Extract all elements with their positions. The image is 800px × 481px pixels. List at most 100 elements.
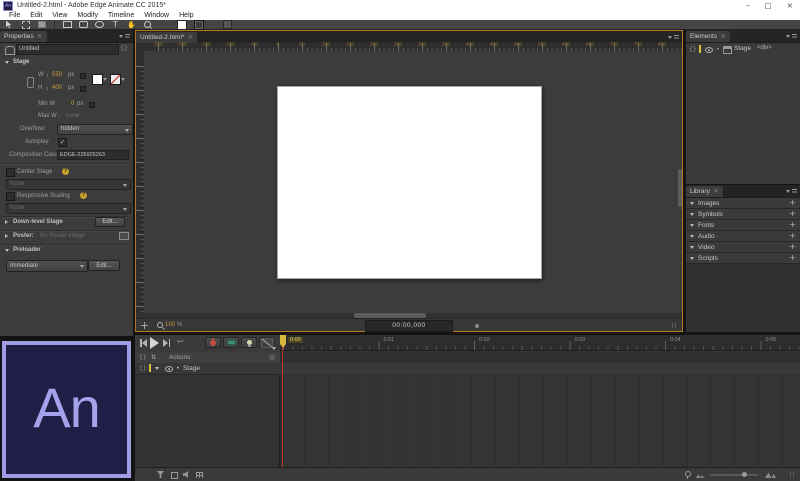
center-stage-help-icon[interactable]: ? [62,168,69,175]
timecode-slider-dot[interactable] [475,324,479,328]
section-collapse-icon[interactable] [690,256,694,260]
min-w-value[interactable]: 0 [71,101,74,107]
preloader-edit-button[interactable]: Edit... [88,260,120,271]
library-section-images[interactable]: Images + [686,198,800,209]
vertical-scrollbar-thumb[interactable] [678,169,682,207]
library-section-fonts[interactable]: Fonts + [686,220,800,231]
zoom-tool-icon[interactable] [143,20,152,29]
tab-elements[interactable]: Elements × [686,31,730,42]
transform-tool-icon[interactable] [21,20,30,29]
poster-collapse-icon[interactable] [5,234,8,238]
filter-icon[interactable] [157,471,164,478]
height-scrub-icon[interactable]: ↕ [45,86,49,92]
responsive-scaling-help-icon[interactable]: ? [80,192,87,199]
actions-braces-icon[interactable]: {} [139,354,147,361]
close-tab-icon[interactable]: × [187,33,193,41]
easing-menu-caret-icon[interactable] [272,347,276,350]
text-tool-icon[interactable]: T [111,20,120,29]
width-unit-toggle[interactable] [80,73,86,79]
snapping-icon[interactable] [171,472,178,479]
section-collapse-icon[interactable] [690,223,694,227]
add-item-button[interactable]: + [789,254,796,262]
close-tab-icon[interactable]: × [720,32,726,40]
timeline-tracks-area[interactable]: 0:00 0:01 0:02 0:03 0:04 0:05 [280,335,800,467]
add-item-button[interactable]: + [789,243,796,251]
stage-canvas-area[interactable] [144,51,682,313]
height-unit-toggle[interactable] [80,86,86,92]
timeline-resize-grip-icon[interactable] [790,472,796,477]
menu-timeline[interactable]: Timeline [103,11,139,20]
ellipse-tool-icon[interactable] [95,20,104,29]
width-value[interactable]: 550 [52,72,62,78]
lock-dot-icon[interactable]: • [716,46,720,53]
playhead-line[interactable] [282,347,283,467]
close-tab-icon[interactable]: × [37,32,43,40]
composition-name-field[interactable] [16,44,119,55]
timeline-layer-row-stage[interactable]: {} • Stage [135,363,280,375]
auto-keyframe-button[interactable] [205,337,221,348]
grid-toggle-icon[interactable] [196,472,203,478]
downlevel-edit-button[interactable]: Edit... [95,217,125,227]
autoplay-checkbox[interactable]: ✓ [58,138,67,147]
layer-expand-icon[interactable] [155,367,159,370]
timecode-display[interactable]: 00:00,000 [365,320,453,332]
bg-swatch-caret-icon[interactable] [103,78,107,81]
add-item-button[interactable]: + [789,210,796,218]
section-collapse-icon[interactable] [690,212,694,216]
border-swatch-caret-icon[interactable] [121,78,125,81]
height-value[interactable]: 400 [52,85,62,91]
keyframe-navigator-icon[interactable]: ◎ [269,352,275,363]
zoom-out-mountain-icon[interactable] [696,474,704,478]
go-to-end-button[interactable] [163,339,170,347]
add-item-button[interactable]: + [789,221,796,229]
layer-name[interactable]: Stage [183,363,200,374]
zoom-value[interactable]: 100 [165,322,175,328]
selection-tool-icon[interactable] [5,20,14,29]
library-section-audio[interactable]: Audio + [686,231,800,242]
stage-track[interactable] [280,363,800,374]
audio-mute-icon[interactable] [183,471,188,478]
rounded-rectangle-tool-icon[interactable] [79,20,88,29]
return-button[interactable]: ↩ [177,337,184,347]
preloader-collapse-icon[interactable] [5,249,9,252]
layer-actions-braces-icon[interactable]: {} [139,365,147,372]
max-w-value[interactable]: none [66,113,79,119]
timeline-zoom-thumb[interactable] [742,472,747,477]
responsive-scaling-checkbox[interactable] [6,192,15,201]
timeline-zoom-slider[interactable] [710,472,758,477]
elements-row-stage[interactable]: {} • Stage <div> [686,44,800,55]
close-button[interactable]: × [787,1,793,10]
width-scrub-icon[interactable]: ↕ [45,73,49,79]
resize-grip-icon[interactable] [672,323,678,328]
preloader-dropdown[interactable]: Immediate [6,260,88,272]
tab-document[interactable]: Untitled-2.html* × [136,32,198,43]
zoom-in-mountain-icon[interactable] [765,472,776,478]
stage-overlay-icon[interactable] [141,321,148,329]
layer-lock-dot-icon[interactable]: • [176,363,180,374]
visibility-eye-icon[interactable] [705,47,713,53]
timeline-ruler[interactable]: 0:00 0:01 0:02 0:03 0:04 0:05 [280,335,800,351]
clipping-tool-icon[interactable] [37,20,46,29]
menu-view[interactable]: View [47,11,72,20]
section-collapse-icon[interactable] [690,245,694,249]
add-item-button[interactable]: + [789,199,796,207]
stage-section-collapse-icon[interactable] [5,61,9,64]
smart-guides-toggle[interactable] [223,20,232,29]
center-stage-checkbox[interactable] [6,168,15,177]
add-item-button[interactable]: + [789,232,796,240]
library-section-symbols[interactable]: Symbols + [686,209,800,220]
element-name[interactable]: Stage [734,43,751,54]
section-collapse-icon[interactable] [690,201,694,205]
stage-background-color-swatch[interactable] [92,74,103,85]
library-section-scripts[interactable]: Scripts + [686,253,800,264]
min-w-unit-toggle[interactable] [89,102,95,108]
panel-menu-icon[interactable] [668,34,679,41]
stage-color-swatch[interactable] [177,19,187,30]
menu-file[interactable]: File [4,11,25,20]
downlevel-collapse-icon[interactable] [5,220,8,224]
tab-library[interactable]: Library × [686,186,723,197]
library-section-video[interactable]: Video + [686,242,800,253]
panel-menu-icon[interactable] [786,33,797,40]
open-actions-icon[interactable]: {} [689,46,697,53]
link-wh-icon[interactable] [27,77,34,88]
